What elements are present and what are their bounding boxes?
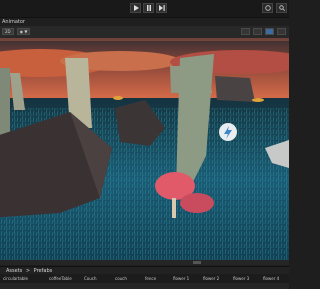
asset-thumbnail-strip bbox=[0, 283, 289, 289]
pause-icon bbox=[146, 5, 151, 11]
horizontal-scrollbar[interactable] bbox=[0, 260, 289, 265]
small-mushroom bbox=[113, 96, 123, 100]
mushroom-stem bbox=[172, 198, 176, 218]
asset-item[interactable]: flower 1 bbox=[173, 276, 189, 281]
small-mushroom bbox=[252, 98, 264, 102]
right-tools bbox=[262, 3, 287, 13]
asset-item[interactable]: Couch bbox=[84, 276, 97, 281]
asset-grid: circulartable coffeeTable Couch couch fe… bbox=[0, 274, 289, 289]
background-rock bbox=[215, 76, 255, 102]
scene-viewport[interactable] bbox=[0, 38, 289, 260]
shading-mode-dropdown[interactable]: 2D bbox=[2, 28, 14, 35]
scene-toolbar-left: 2D ◉ ▼ bbox=[2, 28, 31, 35]
scrollbar-thumb[interactable] bbox=[193, 261, 201, 264]
tab-animator[interactable]: Animator bbox=[2, 18, 25, 26]
asset-item[interactable]: coffeeTable bbox=[49, 276, 72, 281]
camera-settings-icon[interactable] bbox=[241, 28, 250, 35]
asset-item[interactable]: flower 4 bbox=[263, 276, 279, 281]
search-button[interactable] bbox=[276, 3, 287, 13]
asset-item[interactable]: fence bbox=[145, 276, 156, 281]
scene-render bbox=[0, 38, 289, 260]
asset-item[interactable]: flower 2 bbox=[203, 276, 219, 281]
history-icon bbox=[264, 5, 271, 11]
history-button[interactable] bbox=[262, 3, 273, 13]
step-icon bbox=[158, 5, 165, 11]
asset-item[interactable]: couch bbox=[115, 276, 127, 281]
scene-toolbar-right bbox=[241, 28, 286, 35]
pause-button[interactable] bbox=[143, 3, 154, 13]
top-toolbar bbox=[0, 0, 289, 17]
mushroom-cap bbox=[180, 193, 214, 213]
play-button[interactable] bbox=[130, 3, 141, 13]
view-tool-icon[interactable] bbox=[265, 28, 274, 35]
gizmo-toggle-icon[interactable] bbox=[253, 28, 262, 35]
tree-trunk bbox=[0, 68, 10, 138]
layers-icon[interactable] bbox=[277, 28, 286, 35]
render-mode-dropdown[interactable]: ◉ ▼ bbox=[16, 28, 31, 35]
step-button[interactable] bbox=[156, 3, 167, 13]
search-icon bbox=[278, 5, 285, 11]
asset-item[interactable]: circulartable bbox=[3, 276, 28, 281]
play-controls bbox=[130, 3, 167, 13]
asset-item[interactable]: flower 3 bbox=[233, 276, 249, 281]
play-icon bbox=[133, 5, 139, 11]
